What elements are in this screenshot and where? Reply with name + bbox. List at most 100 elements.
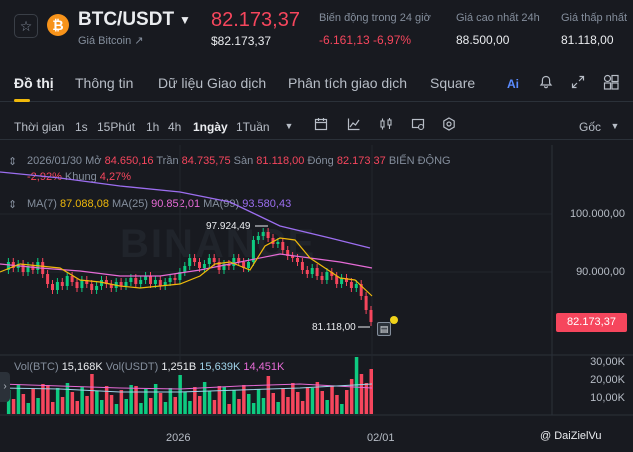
volume-bar: [300, 401, 305, 414]
volume-bar: [70, 392, 75, 414]
volume-bar: [276, 402, 280, 414]
volume-bar: [212, 400, 217, 414]
volume-bar: [251, 403, 256, 414]
volume-bar: [26, 403, 30, 414]
vol-tick-10k: 10,00K: [590, 392, 625, 404]
candle-body: [281, 242, 285, 250]
volume-bar: [183, 392, 187, 414]
vol-btc-value: 15,168K: [61, 361, 103, 373]
volume-bar: [36, 398, 40, 414]
date-tick-0201: 02/01: [367, 432, 395, 444]
volume-bar: [90, 374, 94, 414]
candle-body: [129, 278, 133, 282]
candle-body: [296, 258, 299, 262]
vol-tick-20k: 20,00K: [590, 374, 625, 386]
vol-usdt-label: Vol(USDT): [105, 361, 159, 373]
volume-bar: [119, 390, 124, 414]
volume-legend: Vol(BTC) 15,168K Vol(USDT) 1,251B 15,639…: [14, 361, 284, 373]
volume-bar: [369, 369, 373, 414]
volume-bar: [281, 388, 285, 414]
candle-body: [90, 284, 94, 290]
current-price-tag: 82.173,37: [556, 313, 627, 332]
note-icon[interactable]: ▤: [377, 322, 391, 336]
volume-bar: [124, 399, 128, 414]
volume-bar: [65, 383, 70, 414]
candle-body: [168, 278, 172, 282]
volume-bar: [207, 391, 212, 414]
date-tick-2026: 2026: [166, 432, 191, 444]
candle-body: [139, 280, 143, 284]
volume-bar: [232, 390, 236, 414]
volume-bar: [158, 393, 163, 414]
candle-body: [310, 268, 314, 274]
volume-bar: [271, 393, 275, 414]
candle-body: [193, 258, 197, 262]
candle-body: [325, 272, 329, 280]
vol-tick-30k: 30,00K: [590, 356, 625, 368]
candle-body: [173, 278, 177, 280]
volume-bar: [320, 391, 324, 414]
volume-bar: [80, 387, 84, 414]
low-annotation: 81.118,00: [312, 322, 356, 333]
volume-bar: [237, 399, 241, 414]
volume-bar: [359, 374, 364, 414]
vol-ma1-value: 15,639K: [199, 361, 241, 373]
volume-bar: [51, 402, 55, 414]
volume-bar: [134, 386, 138, 414]
candle-body: [149, 276, 152, 284]
volume-bar: [266, 376, 271, 414]
volume-bar: [144, 389, 148, 414]
volume-bar: [114, 404, 119, 414]
volume-bar: [340, 404, 344, 414]
candle-body: [65, 276, 69, 286]
candle-body: [95, 286, 99, 290]
vol-usdt-value: 1,251B: [161, 361, 197, 373]
volume-bar: [129, 385, 133, 414]
volume-bar: [330, 386, 334, 414]
volume-bar: [261, 398, 266, 414]
volume-bar: [310, 388, 315, 414]
candle-body: [51, 284, 54, 290]
candle-body: [183, 266, 187, 272]
candle-body: [232, 258, 236, 266]
volume-bar: [31, 389, 35, 414]
candle-body: [247, 262, 250, 268]
volume-bar: [11, 399, 16, 414]
volume-bar: [55, 388, 60, 414]
candle-body: [354, 284, 358, 288]
volume-bar: [173, 397, 177, 414]
volume-bar: [202, 382, 207, 414]
vol-btc-label: Vol(BTC): [14, 361, 59, 373]
volume-bar: [354, 357, 359, 414]
volume-bar: [256, 389, 261, 414]
candle-body: [75, 282, 79, 288]
volume-bar: [188, 401, 192, 414]
candle-body: [70, 276, 74, 282]
volume-bar: [349, 379, 354, 414]
candle-body: [266, 232, 270, 238]
candle-body: [276, 242, 280, 244]
candle-body: [305, 270, 309, 274]
candle-body: [55, 282, 59, 290]
volume-bar: [247, 394, 251, 414]
event-marker-icon: [390, 316, 398, 324]
vol-ma2-value: 14,451K: [243, 361, 285, 373]
volume-bar: [149, 398, 153, 414]
volume-bar: [325, 400, 329, 414]
ma99-line: [0, 171, 371, 249]
volume-side-handle[interactable]: ›: [0, 372, 10, 402]
candle-body: [60, 282, 64, 286]
candle-body: [21, 264, 25, 272]
candle-body: [198, 262, 201, 268]
price-tick-90k: 90.000,00: [576, 266, 625, 278]
candle-body: [153, 280, 157, 284]
volume-bar: [296, 392, 300, 414]
candle-body: [212, 258, 216, 262]
candle-body: [134, 278, 138, 284]
candle-body: [300, 262, 304, 270]
candlestick-chart[interactable]: [0, 0, 633, 452]
candle-body: [261, 232, 265, 236]
candle-body: [315, 268, 319, 276]
candle-body: [124, 282, 128, 286]
candle-body: [237, 258, 241, 262]
